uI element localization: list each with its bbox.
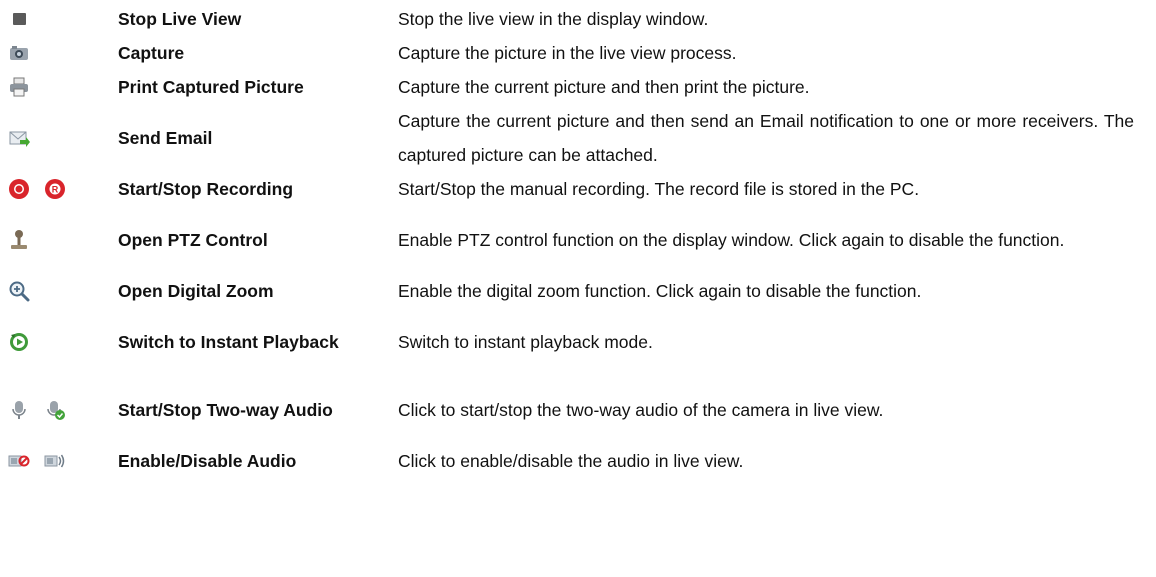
table-row: Open Digital Zoom Enable the digital zoo…: [0, 274, 1156, 308]
table-row: Send Email Capture the current picture a…: [0, 104, 1156, 172]
table-row: Print Captured Picture Capture the curre…: [0, 70, 1156, 104]
row-description: Start/Stop the manual recording. The rec…: [398, 179, 920, 199]
row-label: Start/Stop Recording: [118, 179, 294, 199]
svg-text:R: R: [52, 185, 59, 195]
record-stop-icon[interactable]: R: [44, 178, 66, 200]
record-start-icon[interactable]: [8, 178, 30, 200]
row-icons: [8, 308, 100, 376]
row-label: Enable/Disable Audio: [118, 451, 297, 471]
microphone-icon[interactable]: [8, 399, 30, 421]
row-label: Stop Live View: [118, 9, 242, 29]
row-label: Switch to Instant Playback: [118, 332, 339, 352]
row-icons: [8, 444, 100, 478]
row-description: Click to enable/disable the audio in liv…: [398, 451, 744, 471]
table-row: Open PTZ Control Enable PTZ control func…: [0, 206, 1156, 274]
row-icons: [8, 36, 100, 70]
table-row: Enable/Disable Audio Click to enable/dis…: [0, 444, 1156, 478]
row-label: Capture: [118, 43, 185, 63]
row-description: Click to start/stop the two-way audio of…: [398, 400, 884, 420]
row-icons: [8, 274, 100, 308]
printer-icon[interactable]: [8, 76, 30, 98]
row-description: Switch to instant playback mode.: [398, 332, 653, 352]
speaker-muted-icon[interactable]: [8, 450, 30, 472]
email-icon[interactable]: [8, 127, 30, 149]
zoom-in-icon[interactable]: [8, 280, 30, 302]
ptz-joystick-icon[interactable]: [8, 229, 30, 251]
table-row: Stop Live View Stop the live view in the…: [0, 2, 1156, 36]
row-description: Capture the current picture and then pri…: [398, 77, 810, 97]
microphone-active-icon[interactable]: [44, 399, 66, 421]
row-label: Start/Stop Two-way Audio: [118, 400, 333, 420]
row-label: Open Digital Zoom: [118, 281, 274, 301]
table-row: R Start/Stop Recording Start/Stop the ma…: [0, 172, 1156, 206]
row-description: Enable the digital zoom function. Click …: [398, 281, 922, 301]
row-label: Open PTZ Control: [118, 230, 268, 250]
row-icons: [8, 206, 100, 274]
row-icons: [8, 104, 100, 172]
row-icons: [8, 70, 100, 104]
row-description: Capture the picture in the live view pro…: [398, 43, 737, 63]
instant-playback-icon[interactable]: [8, 331, 30, 353]
table-row: Switch to Instant Playback Switch to ins…: [0, 308, 1156, 376]
row-icons: R: [8, 172, 100, 206]
row-description: Stop the live view in the display window…: [398, 9, 709, 29]
row-description: Enable PTZ control function on the displ…: [398, 230, 1065, 250]
table-row: Start/Stop Two-way Audio Click to start/…: [0, 376, 1156, 444]
row-icons: [8, 376, 100, 444]
row-icons: [8, 2, 100, 36]
stop-live-view-icon[interactable]: [8, 8, 30, 30]
row-description: Capture the current picture and then sen…: [398, 111, 1134, 165]
row-label: Print Captured Picture: [118, 77, 304, 97]
speaker-on-icon[interactable]: [44, 450, 66, 472]
table-row: Capture Capture the picture in the live …: [0, 36, 1156, 70]
camera-icon[interactable]: [8, 42, 30, 64]
row-label: Send Email: [118, 128, 213, 148]
